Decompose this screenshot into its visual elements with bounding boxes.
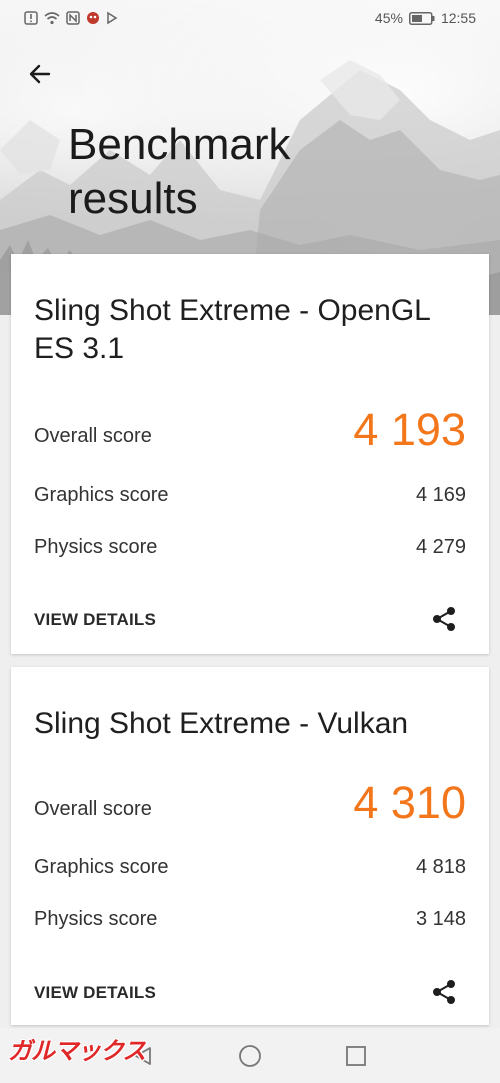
share-icon [433, 980, 455, 1004]
alert-icon [24, 11, 38, 25]
back-arrow-icon [29, 64, 51, 84]
play-icon [106, 11, 118, 25]
status-icons [24, 11, 118, 25]
result-card-vulkan: Sling Shot Extreme - Vulkan Overall scor… [11, 667, 489, 1025]
view-details-button[interactable]: VIEW DETAILS [34, 983, 156, 1003]
result-card-opengl: Sling Shot Extreme - OpenGL ES 3.1 Overa… [11, 254, 489, 654]
physics-score-label: Physics score [34, 908, 158, 930]
nav-recents-icon [346, 1046, 366, 1066]
share-button[interactable] [429, 977, 459, 1007]
battery-percent: 45% [374, 10, 403, 26]
overall-score-label: Overall score [34, 798, 152, 820]
nav-home-button[interactable] [236, 1042, 264, 1070]
nfc-icon [66, 11, 80, 25]
view-details-button[interactable]: VIEW DETAILS [34, 610, 156, 630]
share-button[interactable] [429, 604, 459, 634]
wifi-icon [44, 11, 60, 25]
nav-home-icon [239, 1045, 261, 1067]
physics-score-value: 4 279 [415, 536, 466, 558]
benchmark-title: Sling Shot Extreme - OpenGL ES 3.1 [34, 294, 430, 365]
graphics-score-label: Graphics score [34, 856, 169, 878]
physics-score-value: 3 148 [415, 908, 466, 930]
watermark: ガルマックス [8, 1038, 146, 1065]
overall-score-value: 4 193 [353, 404, 466, 455]
status-time: 12:55 [440, 10, 476, 26]
battery-icon [408, 11, 435, 25]
overall-score-value: 4 310 [353, 777, 466, 828]
status-bar: 45% 12:55 [0, 0, 500, 36]
page-title: Benchmark results [68, 120, 291, 223]
physics-score-label: Physics score [34, 536, 158, 558]
share-icon [433, 607, 455, 631]
overall-score-label: Overall score [34, 425, 152, 447]
graphics-score-label: Graphics score [34, 484, 169, 506]
app-icon [86, 11, 100, 25]
graphics-score-value: 4 818 [415, 856, 466, 878]
status-right: 45% 12:55 [375, 10, 476, 26]
benchmark-title: Sling Shot Extreme - Vulkan [34, 707, 409, 740]
back-button[interactable] [20, 54, 60, 94]
graphics-score-value: 4 169 [415, 484, 466, 506]
nav-recents-button[interactable] [342, 1042, 370, 1070]
